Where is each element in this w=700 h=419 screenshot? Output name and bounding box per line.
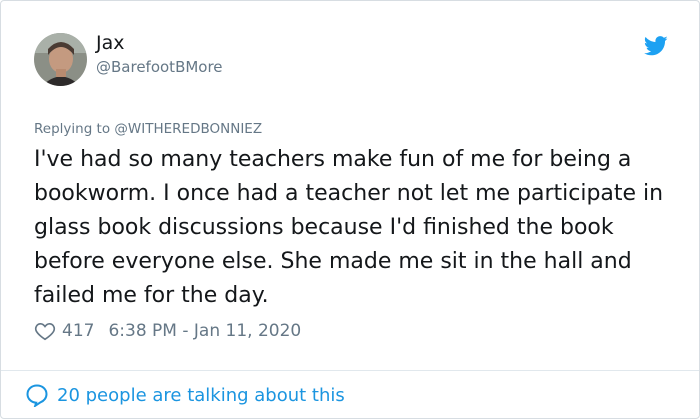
heart-icon[interactable] [34, 320, 56, 342]
like-count[interactable]: 417 [62, 321, 94, 341]
conversation-link[interactable]: 20 people are talking about this [25, 383, 345, 407]
conversation-label[interactable]: 20 people are talking about this [57, 385, 345, 406]
divider [1, 370, 699, 371]
tweet-timestamp[interactable]: 6:38 PM - Jan 11, 2020 [108, 321, 301, 341]
tweet-card: Jax @BarefootBMore Replying to @WITHERED… [0, 0, 700, 419]
replying-prefix: Replying to [34, 121, 111, 137]
replying-to-line: Replying to @WITHEREDBONNIEZ [34, 121, 262, 137]
twitter-bird-icon[interactable] [644, 36, 668, 56]
author-handle[interactable]: @BarefootBMore [96, 60, 223, 75]
tweet-meta: 417 6:38 PM - Jan 11, 2020 [34, 319, 301, 343]
speech-bubble-icon [26, 384, 48, 407]
avatar[interactable] [34, 33, 87, 86]
author-name[interactable]: Jax [96, 34, 125, 53]
replying-to-handle[interactable]: @WITHEREDBONNIEZ [114, 121, 262, 137]
tweet-text: I've had so many teachers make fun of me… [34, 147, 664, 308]
